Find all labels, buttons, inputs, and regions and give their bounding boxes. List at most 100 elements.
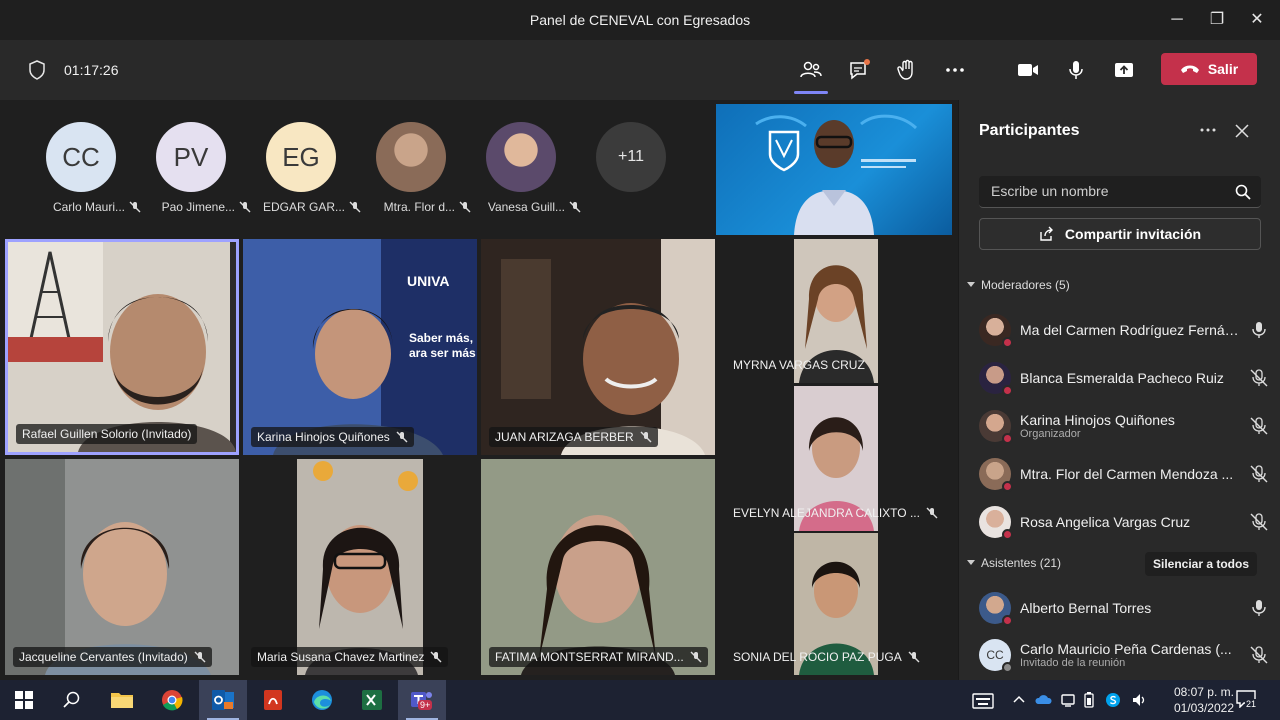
search-taskbar-button[interactable] <box>48 680 96 720</box>
people-button[interactable] <box>794 56 828 94</box>
window-title: Panel de CENEVAL con Egresados <box>529 12 751 28</box>
microphone-icon[interactable] <box>1249 598 1269 618</box>
edge-icon <box>312 690 332 710</box>
clock-date: 01/03/2022 <box>1173 701 1234 715</box>
people-icon <box>800 61 822 78</box>
raise-hand-button[interactable] <box>893 56 921 84</box>
keyboard-icon[interactable] <box>972 693 994 709</box>
minimize-button[interactable]: ─ <box>1165 8 1189 32</box>
avatar-row: CC Carlo Mauri... PV Pao Jimene... EG ED… <box>0 100 716 235</box>
taskbar: 9+ 08:07 p. m. 01/03/2022 21 <box>0 680 1280 720</box>
share-screen-button[interactable] <box>1110 56 1138 84</box>
participant-item[interactable]: Blanca Esmeralda Pacheco Ruiz <box>979 358 1269 398</box>
meeting-timer: 01:17:26 <box>64 62 119 78</box>
video-tile[interactable]: Rafael Guillen Solorio (Invitado) <box>5 239 239 455</box>
video-tile[interactable]: Jacqueline Cervantes (Invitado) <box>5 459 239 675</box>
outlook-button[interactable] <box>199 680 247 720</box>
teams-button[interactable]: 9+ <box>398 680 446 720</box>
video-tile[interactable]: EVELYN ALEJANDRA CALIXTO ... <box>719 386 952 531</box>
edge-button[interactable] <box>298 680 346 720</box>
more-count: +11 <box>596 122 666 192</box>
search-box <box>979 176 1261 208</box>
avatar[interactable]: CC Carlo Mauri... <box>46 122 141 214</box>
network-icon[interactable] <box>1060 692 1076 708</box>
more-actions-button[interactable] <box>941 56 969 84</box>
moderators-section[interactable]: Moderadores (5) <box>967 278 1070 292</box>
mic-off-icon[interactable] <box>1249 368 1269 388</box>
mic-off-icon[interactable] <box>1249 512 1269 532</box>
chrome-button[interactable] <box>148 680 196 720</box>
outlook-icon <box>212 690 234 710</box>
pdf-reader-button[interactable] <box>249 680 297 720</box>
cloud-icon[interactable] <box>1034 693 1052 705</box>
excel-button[interactable] <box>348 680 396 720</box>
mute-all-button[interactable]: Silenciar a todos <box>1145 552 1257 576</box>
file-explorer-button[interactable] <box>98 680 146 720</box>
leave-button[interactable]: Salir <box>1161 53 1257 85</box>
volume-icon[interactable] <box>1131 692 1147 708</box>
notifications-button[interactable]: 21 <box>1236 690 1258 710</box>
close-panel-icon[interactable] <box>1235 124 1249 138</box>
search-input[interactable] <box>979 176 1209 206</box>
mic-off-icon[interactable] <box>1249 464 1269 484</box>
participant-name: MYRNA VARGAS CRUZ <box>733 358 865 372</box>
presenter-video[interactable] <box>716 104 952 235</box>
participant-name: Carlo Mauricio Peña Cardenas (... <box>1020 641 1232 657</box>
shield-icon[interactable] <box>28 60 46 80</box>
participant-item[interactable]: Ma del Carmen Rodríguez Fernánd... <box>979 310 1269 350</box>
participant-role: Invitado de la reunión <box>1020 657 1126 669</box>
video-tile[interactable]: UNIVA Saber más, ara ser más Karina Hinoj… <box>243 239 477 455</box>
mic-off-icon[interactable] <box>1249 416 1269 436</box>
avatar-initials: CC <box>986 648 1004 662</box>
participant-name: Mtra. Flor del Carmen Mendoza ... <box>1020 466 1234 482</box>
camera-button[interactable] <box>1014 56 1042 84</box>
more-participants-button[interactable]: +11 <box>596 122 666 192</box>
skype-icon[interactable] <box>1105 692 1121 708</box>
start-button[interactable] <box>0 680 48 720</box>
mic-off-icon <box>430 651 442 663</box>
participant-item[interactable]: Alberto Bernal Torres <box>979 588 1269 628</box>
avatar-initials: EG <box>266 122 336 192</box>
battery-icon[interactable] <box>1084 692 1094 708</box>
microphone-button[interactable] <box>1062 56 1090 84</box>
raise-hand-icon <box>897 59 913 80</box>
video-tile[interactable]: Maria Susana Chavez Martinez <box>243 459 477 675</box>
avatar-name: Carlo Mauri... <box>52 200 125 214</box>
mic-off-icon <box>569 201 581 213</box>
hang-up-icon <box>1180 65 1199 73</box>
avatar[interactable]: Vanesa Guill... <box>486 122 581 214</box>
more-options-icon[interactable] <box>1199 126 1217 134</box>
video-stage: CC Carlo Mauri... PV Pao Jimene... EG ED… <box>0 100 958 680</box>
notification-count: 21 <box>1245 699 1258 709</box>
presenter-frame <box>755 114 918 235</box>
participant-item[interactable]: Mtra. Flor del Carmen Mendoza ... <box>979 454 1269 494</box>
participant-item[interactable]: Rosa Angelica Vargas Cruz <box>979 502 1269 542</box>
avatar[interactable]: Mtra. Flor d... <box>376 122 471 214</box>
system-clock[interactable]: 08:07 p. m. 01/03/2022 <box>1174 684 1234 716</box>
avatar[interactable]: EG EDGAR GAR... <box>263 122 361 214</box>
avatar-name: Vanesa Guill... <box>487 200 565 214</box>
mic-off-icon[interactable] <box>1249 645 1269 665</box>
chat-button[interactable] <box>845 56 873 84</box>
close-window-button[interactable]: ✕ <box>1245 8 1269 32</box>
microphone-icon[interactable] <box>1249 320 1269 340</box>
video-tile[interactable]: JUAN ARIZAGA BERBER <box>481 239 715 455</box>
share-invite-button[interactable]: Compartir invitación <box>979 218 1261 250</box>
participant-item[interactable]: CC Carlo Mauricio Peña Cardenas (... Invi… <box>979 635 1269 675</box>
attendees-section[interactable]: Asistentes (21) <box>967 556 1061 570</box>
search-icon[interactable] <box>1235 184 1251 200</box>
participant-name: Rosa Angelica Vargas Cruz <box>1020 514 1191 530</box>
avatar <box>979 410 1013 444</box>
participant-item[interactable]: Karina Hinojos Quiñones Organizador <box>979 406 1269 446</box>
participant-name: Maria Susana Chavez Martinez <box>257 650 425 664</box>
participant-name: FATIMA MONTSERRAT MIRAND... <box>495 650 684 664</box>
video-tile[interactable]: SONIA DEL ROCIO PAZ PUGA <box>719 533 952 675</box>
video-tile[interactable]: MYRNA VARGAS CRUZ <box>719 239 952 383</box>
chevron-up-icon[interactable] <box>1013 695 1025 703</box>
video-tile[interactable]: FATIMA MONTSERRAT MIRAND... <box>481 459 715 675</box>
maximize-button[interactable]: ❐ <box>1205 8 1229 32</box>
participant-name: Karina Hinojos Quiñones <box>1020 412 1175 428</box>
chevron-down-icon <box>967 560 975 565</box>
participant-name: JUAN ARIZAGA BERBER <box>495 430 634 444</box>
avatar[interactable]: PV Pao Jimene... <box>156 122 251 214</box>
